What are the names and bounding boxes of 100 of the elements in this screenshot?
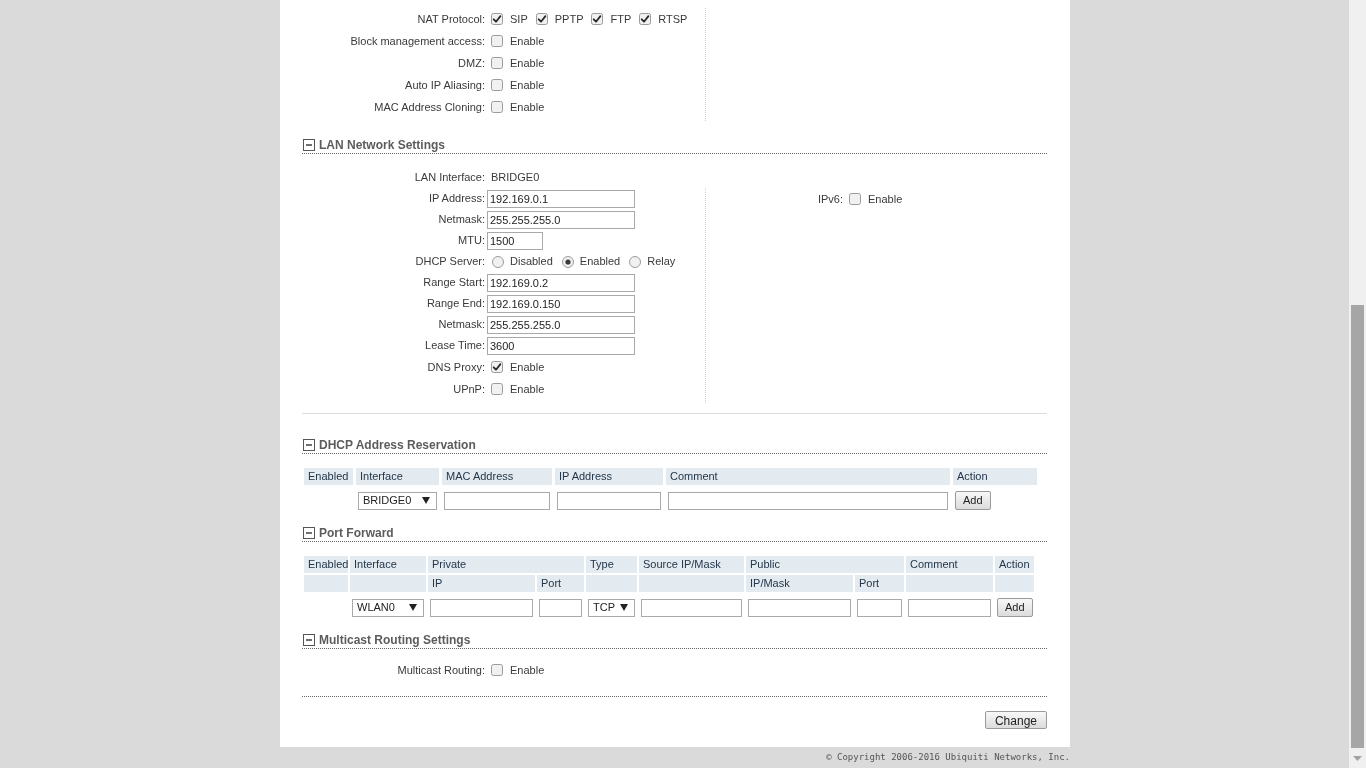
text-field[interactable]: 192.169.0.1 <box>487 189 635 208</box>
text-field[interactable] <box>748 598 851 617</box>
text-field[interactable]: 255.255.255.0 <box>487 315 635 334</box>
option-label: Enable <box>868 191 903 207</box>
option-label: Enable <box>510 55 545 71</box>
dropdown-select[interactable]: WLAN0 <box>352 598 424 617</box>
text-field[interactable]: 1500 <box>487 231 543 250</box>
dropdown-select[interactable]: BRIDGE0 <box>358 491 437 510</box>
radio-button[interactable] <box>629 255 642 268</box>
section-title: Port Forward <box>319 524 394 542</box>
text-field[interactable] <box>908 598 991 617</box>
column-header: Public <box>746 556 904 573</box>
field-value: BRIDGE0 <box>491 169 540 185</box>
checkbox[interactable] <box>491 35 503 47</box>
change-button[interactable]: Change <box>984 711 1047 729</box>
scrollbar-thumb[interactable] <box>1351 305 1364 748</box>
column-header: Type <box>586 556 637 573</box>
option-label: Disabled <box>510 254 553 270</box>
option-label: FTP <box>610 11 632 27</box>
dropdown-arrow-icon <box>409 604 417 611</box>
text-field[interactable] <box>557 491 661 510</box>
field-label: Multicast Routing: <box>397 662 485 678</box>
column-header: Enabled <box>304 468 353 485</box>
field-label: Lease Time: <box>425 338 485 354</box>
field-label: Block management access: <box>350 33 485 49</box>
column-header: Port <box>537 575 584 592</box>
text-field[interactable]: 192.169.0.2 <box>487 273 635 292</box>
column-header: Interface <box>356 468 439 485</box>
radio-button[interactable] <box>561 255 574 268</box>
collapse-icon[interactable] <box>303 526 315 539</box>
text-field[interactable] <box>668 491 948 510</box>
field-label: DHCP Server: <box>415 254 485 270</box>
add-button[interactable]: Add <box>997 598 1033 617</box>
text-field[interactable]: 192.169.0.150 <box>487 294 635 313</box>
column-header: Port <box>855 575 904 592</box>
option-label: Enable <box>510 662 545 678</box>
column-header: Enabled <box>304 556 348 573</box>
option-label: SIP <box>510 11 528 27</box>
text-field[interactable]: 3600 <box>487 336 635 355</box>
option-label: Enabled <box>579 254 621 270</box>
field-label: LAN Interface: <box>414 169 485 185</box>
field-label: DMZ: <box>458 55 485 71</box>
column-header: Action <box>953 468 1037 485</box>
dropdown-select[interactable]: TCP <box>588 598 635 617</box>
collapse-icon[interactable] <box>303 633 315 646</box>
field-label: MAC Address Cloning: <box>374 99 485 115</box>
copyright-text: © Copyright 2006-2016 Ubiquiti Networks, Inc. <box>826 750 1070 764</box>
checkbox[interactable] <box>591 13 604 25</box>
down-arrow-icon[interactable] <box>1353 756 1362 761</box>
field-label: Range End: <box>426 296 485 312</box>
checkbox[interactable] <box>639 13 652 25</box>
collapse-icon[interactable] <box>303 438 315 451</box>
option-label: RTSP <box>658 11 688 27</box>
field-label: Netmask: <box>438 317 485 333</box>
option-label: Enable <box>510 381 545 397</box>
field-label: Range Start: <box>423 275 485 291</box>
column-header: IP/Mask <box>746 575 853 592</box>
collapse-icon[interactable] <box>303 138 315 151</box>
option-label: Enable <box>510 77 545 93</box>
field-label: IPv6: <box>817 191 843 207</box>
table-header-cell <box>995 575 1034 592</box>
column-header: Private <box>428 556 584 573</box>
field-label: Auto IP Aliasing: <box>405 77 485 93</box>
column-header: Comment <box>666 468 950 485</box>
checkbox[interactable] <box>491 13 503 25</box>
text-field[interactable] <box>857 598 902 617</box>
column-header: MAC Address <box>442 468 552 485</box>
field-label: Netmask: <box>438 212 485 228</box>
checkbox[interactable] <box>849 193 861 205</box>
radio-button[interactable] <box>492 255 504 268</box>
option-label: Relay <box>647 254 676 270</box>
checkbox[interactable] <box>491 101 503 113</box>
column-header: Comment <box>906 556 993 573</box>
option-label: Enable <box>510 99 545 115</box>
column-header: IP <box>428 575 535 592</box>
column-header: IP Address <box>555 468 663 485</box>
dropdown-arrow-icon <box>422 497 430 504</box>
add-button[interactable]: Add <box>955 491 991 510</box>
column-header: Interface <box>350 556 426 573</box>
checkbox[interactable] <box>491 383 503 395</box>
text-field[interactable] <box>444 491 550 510</box>
field-label: MTU: <box>458 233 485 249</box>
field-label: DNS Proxy: <box>427 359 485 375</box>
field-label: IP Address: <box>428 191 485 207</box>
checkbox[interactable] <box>491 57 503 69</box>
table-header-cell <box>304 575 348 592</box>
section-title: Multicast Routing Settings <box>319 631 471 649</box>
option-label: Enable <box>510 359 545 375</box>
checkbox[interactable] <box>491 361 503 373</box>
checkbox[interactable] <box>491 79 503 91</box>
option-label: Enable <box>510 33 545 49</box>
text-field[interactable] <box>539 598 582 617</box>
text-field[interactable] <box>641 598 742 617</box>
text-field[interactable] <box>430 598 533 617</box>
checkbox[interactable] <box>491 664 503 676</box>
text-field[interactable]: 255.255.255.0 <box>487 210 635 229</box>
option-label: PPTP <box>554 11 584 27</box>
checkbox[interactable] <box>535 13 548 25</box>
column-header: Source IP/Mask <box>639 556 744 573</box>
table-header-cell <box>586 575 637 592</box>
